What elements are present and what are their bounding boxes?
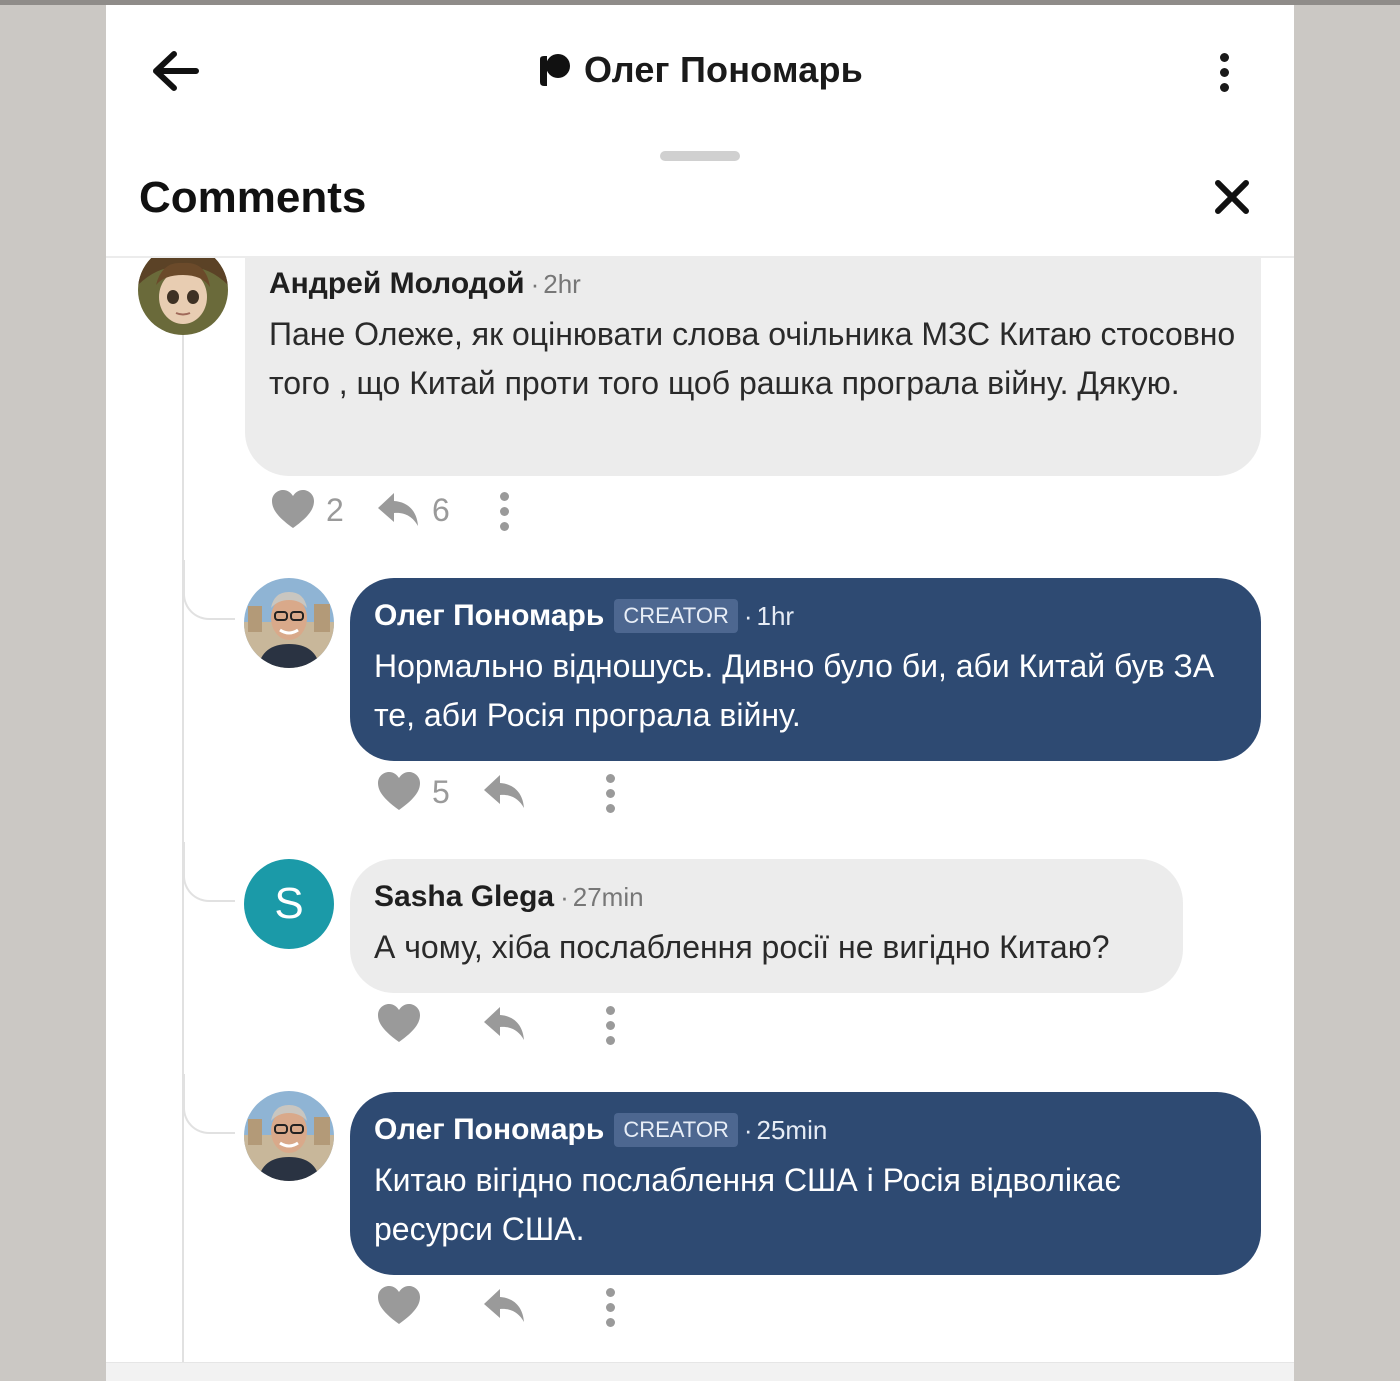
comment-actions: 2 6 — [272, 490, 532, 536]
comment-list[interactable]: Андрей Молодой · 2hr Пане Олеже, як оцін… — [106, 258, 1294, 1362]
comment-actions: 5 — [378, 772, 638, 818]
reply-icon[interactable] — [484, 772, 526, 817]
comment-text: А чому, хіба послаблення росії не вигідн… — [374, 929, 1110, 965]
heart-icon[interactable] — [378, 1286, 420, 1331]
comment-bubble: Sasha Glega · 27min А чому, хіба послабл… — [350, 859, 1183, 993]
comment-time: 27min — [572, 881, 644, 912]
like-count: 5 — [432, 774, 450, 810]
more-vertical-icon[interactable] — [495, 490, 515, 534]
sheet-drag-handle[interactable] — [660, 151, 740, 161]
comment-author[interactable]: Олег Пономарь — [374, 599, 604, 633]
avatar[interactable]: S — [244, 859, 334, 949]
comment-author[interactable]: Андрей Молодой — [269, 267, 525, 301]
heart-icon[interactable] — [378, 772, 420, 817]
more-options-icon[interactable] — [1206, 49, 1242, 95]
app-screen: Олег Пономарь Comments Андрей Молодой · … — [106, 5, 1294, 1381]
avatar[interactable] — [138, 258, 228, 335]
reply-connector — [183, 560, 235, 620]
patreon-logo — [540, 54, 570, 86]
heart-icon[interactable] — [378, 1004, 420, 1049]
avatar[interactable] — [244, 578, 334, 668]
comment-text: Пане Олеже, як оцінювати слова очільника… — [269, 316, 1236, 401]
reply-icon[interactable] — [484, 1004, 526, 1049]
creator-badge: CREATOR — [614, 1113, 738, 1147]
like-count: 2 — [326, 492, 344, 528]
comment-time: 1hr — [756, 600, 795, 631]
more-vertical-icon[interactable] — [601, 772, 621, 816]
creator-header[interactable]: Олег Пономарь — [538, 45, 863, 95]
sheet-title: Comments — [139, 173, 367, 222]
reply-connector — [183, 842, 235, 902]
creator-comment-bubble: Олег Пономарь CREATOR · 1hr Нормально ві… — [350, 578, 1261, 761]
header-title: Олег Пономарь — [584, 49, 863, 90]
bottom-bar — [106, 1362, 1294, 1381]
reply-connector — [183, 1074, 235, 1134]
reply-count: 6 — [432, 492, 450, 528]
back-arrow-icon[interactable] — [150, 49, 202, 93]
comment-time: 25min — [756, 1114, 828, 1145]
comment-bubble: Андрей Молодой · 2hr Пане Олеже, як оцін… — [245, 258, 1261, 476]
comment-author[interactable]: Олег Пономарь — [374, 1113, 604, 1147]
close-icon[interactable] — [1210, 175, 1254, 219]
creator-comment-bubble: Олег Пономарь CREATOR · 25min Китаю вігі… — [350, 1092, 1261, 1275]
more-vertical-icon[interactable] — [601, 1004, 621, 1048]
creator-badge: CREATOR — [614, 599, 738, 633]
comment-text: Нормально відношусь. Дивно було би, аби … — [374, 648, 1215, 733]
comment-author[interactable]: Sasha Glega — [374, 880, 554, 914]
comment-text: Китаю вігідно послаблення США і Росія ві… — [374, 1162, 1121, 1247]
avatar[interactable] — [244, 1091, 334, 1181]
comment-time: 2hr — [543, 268, 581, 299]
reply-icon[interactable] — [484, 1286, 526, 1331]
reply-icon[interactable] — [378, 490, 420, 535]
heart-icon[interactable] — [272, 490, 314, 535]
comment-actions — [378, 1286, 638, 1332]
comment-actions — [378, 1004, 638, 1050]
more-vertical-icon[interactable] — [601, 1286, 621, 1330]
